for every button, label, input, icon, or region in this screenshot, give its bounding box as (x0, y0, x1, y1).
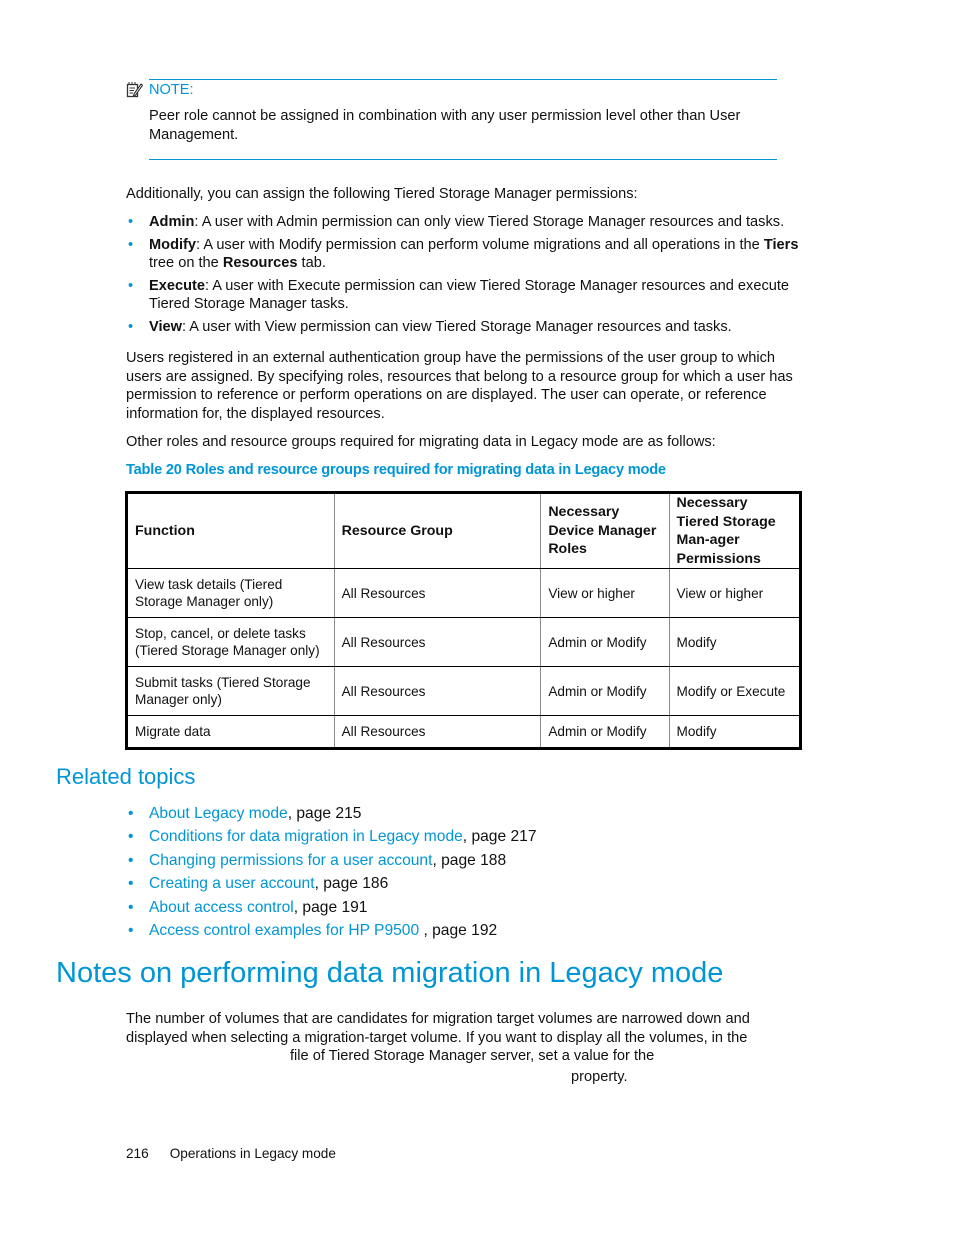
note-top-rule (149, 79, 777, 80)
column-header-resource-group: Resource Group (333, 492, 542, 569)
list-item: • About Legacy mode, page 215 (126, 804, 537, 827)
resources-term: Resources (222, 255, 298, 271)
note-bottom-rule (149, 159, 777, 160)
cell-tsm-permissions: Modify or Execute (668, 666, 802, 716)
cell-resource-group: All Resources (333, 617, 542, 667)
cell-device-manager-roles: View or higher (540, 568, 670, 618)
related-link[interactable]: Changing permissions for a user account (149, 852, 432, 869)
permission-description: tab. (297, 255, 326, 271)
bullet-icon: • (128, 214, 134, 230)
page-reference: , page 188 (432, 851, 507, 869)
related-link[interactable]: Conditions for data migration in Legacy … (149, 828, 463, 845)
note-text: Peer role cannot be assigned in combinat… (149, 108, 741, 143)
related-link[interactable]: Access control examples for HP P9500 (149, 922, 423, 939)
list-item: • Access control examples for HP P9500 , … (126, 921, 537, 944)
cell-device-manager-roles: Admin or Modify (540, 715, 670, 749)
permission-term: Modify (149, 236, 197, 253)
permissions-list: • Admin: A user with Admin permission ca… (126, 213, 806, 340)
other-roles-paragraph: Other roles and resource groups required… (126, 434, 716, 450)
cell-resource-group: All Resources (333, 715, 542, 749)
section-line-3: file of Tiered Storage Manager server, s… (290, 1048, 655, 1064)
page-footer: 216 Operations in Legacy mode (126, 1145, 336, 1164)
bullet-icon: • (128, 277, 134, 294)
external-auth-paragraph: Users registered in an external authenti… (126, 350, 793, 422)
bullet-icon: • (128, 318, 134, 335)
tiers-term: Tiers (763, 236, 799, 253)
related-link[interactable]: Creating a user account (149, 875, 315, 892)
cell-function: View task details (Tiered Storage Manage… (126, 568, 335, 618)
page-reference: , page 186 (314, 875, 389, 893)
table-row: Stop, cancel, or delete tasks (Tiered St… (126, 617, 802, 667)
bullet-icon: • (128, 236, 134, 253)
related-link[interactable]: About Legacy mode (149, 805, 288, 822)
permission-item-modify: • Modify: A user with Modify permission … (126, 236, 806, 273)
permission-item-admin: • Admin: A user with Admin permission ca… (126, 213, 806, 232)
note-label: NOTE: (149, 82, 194, 98)
permission-description: tree on the (149, 255, 223, 271)
cell-function: Submit tasks (Tiered Storage Manager onl… (126, 666, 335, 716)
list-item: • About access control, page 191 (126, 898, 537, 921)
bullet-icon: • (128, 828, 134, 846)
note-pencil-icon (126, 82, 143, 98)
table-header-row: Function Resource Group Necessary Device… (126, 492, 802, 569)
permission-term: Admin (149, 214, 195, 230)
column-header-function: Function (126, 492, 335, 569)
cell-resource-group: All Resources (333, 666, 542, 716)
list-item: • Conditions for data migration in Legacy… (126, 827, 537, 850)
permission-description: : A user with View permission can view T… (182, 318, 732, 335)
related-topics-heading: Related topics (56, 764, 196, 789)
page-reference: , page 192 (423, 921, 498, 939)
bullet-icon: • (128, 875, 134, 893)
cell-tsm-permissions: Modify (668, 617, 802, 667)
list-item: • Changing permissions for a user account… (126, 851, 537, 874)
roles-table: Function Resource Group Necessary Device… (125, 491, 802, 750)
permission-item-view: • View: A user with View permission can … (126, 318, 806, 337)
chapter-title: Operations in Legacy mode (169, 1146, 336, 1161)
table-caption: Table 20 Roles and resource groups requi… (126, 462, 666, 478)
cell-function: Migrate data (126, 715, 335, 749)
bullet-icon: • (128, 805, 134, 822)
permission-description: : A user with Admin permission can only … (194, 214, 785, 230)
related-topics-list: • About Legacy mode, page 215 • Conditions… (126, 804, 537, 944)
table-row: View task details (Tiered Storage Manage… (126, 568, 802, 618)
page-reference: , page 191 (293, 898, 368, 916)
permission-description: : A user with Execute permission can vie… (149, 277, 790, 313)
page-reference: , page 217 (462, 828, 537, 846)
list-item: • Creating a user account, page 186 (126, 874, 537, 897)
cell-function: Stop, cancel, or delete tasks (Tiered St… (126, 617, 335, 667)
page-reference: , page 215 (287, 805, 362, 822)
column-header-tsm-permissions: Necessary Tiered Storage Man-ager Permis… (668, 492, 802, 569)
page-number: 216 (126, 1146, 149, 1161)
cell-tsm-permissions: View or higher (668, 568, 802, 618)
section-line-4: property. (571, 1069, 628, 1085)
cell-device-manager-roles: Admin or Modify (540, 617, 670, 667)
bullet-icon: • (128, 921, 134, 939)
table-row: Submit tasks (Tiered Storage Manager onl… (126, 666, 802, 716)
related-link[interactable]: About access control (149, 899, 294, 916)
cell-device-manager-roles: Admin or Modify (540, 666, 670, 716)
column-header-device-manager-roles: Necessary Device Manager Roles (540, 492, 670, 569)
cell-resource-group: All Resources (333, 568, 542, 618)
bullet-icon: • (128, 898, 134, 916)
section-line-1: The number of volumes that are candidate… (126, 1011, 750, 1027)
permission-term: Execute (149, 277, 205, 294)
table-row: Migrate data All Resources Admin or Modi… (126, 715, 802, 749)
permission-item-execute: • Execute: A user with Execute permissio… (126, 277, 806, 314)
section-heading: Notes on performing data migration in Le… (56, 957, 724, 989)
cell-tsm-permissions: Modify (668, 715, 802, 749)
permissions-intro: Additionally, you can assign the followi… (126, 186, 638, 202)
permission-description: : A user with Modify permission can perf… (196, 236, 764, 253)
bullet-icon: • (128, 851, 134, 869)
section-line-2: displayed when selecting a migration-tar… (126, 1030, 748, 1046)
permission-term: View (149, 318, 182, 335)
